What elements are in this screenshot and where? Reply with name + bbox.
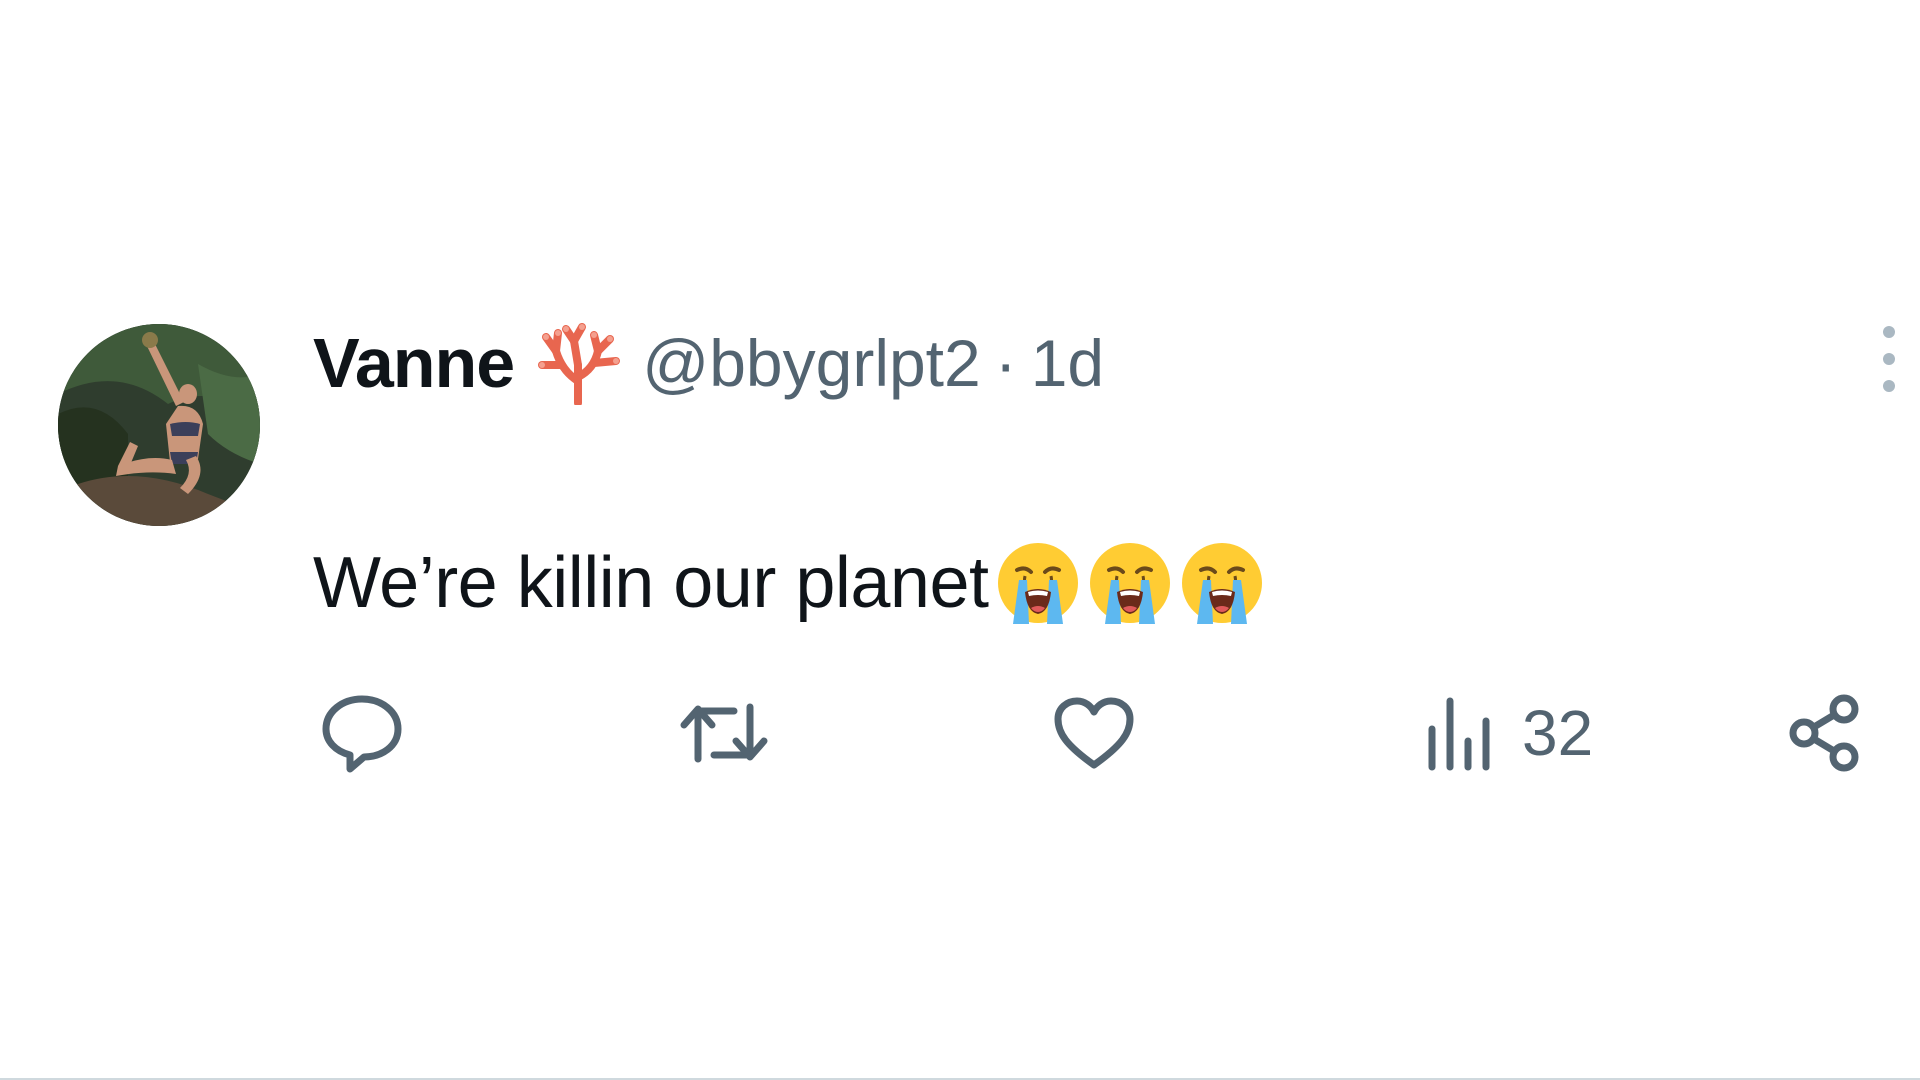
retweet-button[interactable] — [678, 688, 770, 778]
avatar[interactable] — [58, 324, 260, 526]
coral-icon — [532, 321, 624, 407]
like-button[interactable] — [1052, 688, 1136, 778]
loudly-crying-face-icon — [995, 540, 1081, 626]
share-icon — [1786, 693, 1864, 773]
loudly-crying-face-icon — [1179, 540, 1265, 626]
timestamp[interactable]: 1d — [1031, 325, 1104, 401]
tweet-header: Vanne @bbygrlpt2 · 1d — [313, 318, 1104, 408]
more-options-icon[interactable] — [1876, 324, 1902, 394]
handle[interactable]: @bbygrlpt2 — [642, 325, 981, 401]
heart-icon — [1052, 695, 1136, 771]
tweet-actions: 32 — [0, 688, 1920, 778]
reply-button[interactable] — [320, 688, 404, 778]
retweet-icon — [678, 697, 770, 769]
views-count: 32 — [1522, 697, 1594, 769]
reply-icon — [320, 693, 404, 773]
tweet-text: We’re killin our planet — [313, 540, 1265, 626]
loudly-crying-face-icon — [1087, 540, 1173, 626]
tweet[interactable]: Vanne @bbygrlpt2 · 1d We’re killin our p… — [0, 0, 1920, 1080]
separator-dot: · — [994, 326, 1017, 400]
share-button[interactable] — [1786, 688, 1864, 778]
display-name[interactable]: Vanne — [313, 323, 515, 403]
tweet-text-content: We’re killin our planet — [313, 543, 989, 623]
views-button[interactable]: 32 — [1424, 688, 1593, 778]
views-icon — [1424, 695, 1496, 771]
